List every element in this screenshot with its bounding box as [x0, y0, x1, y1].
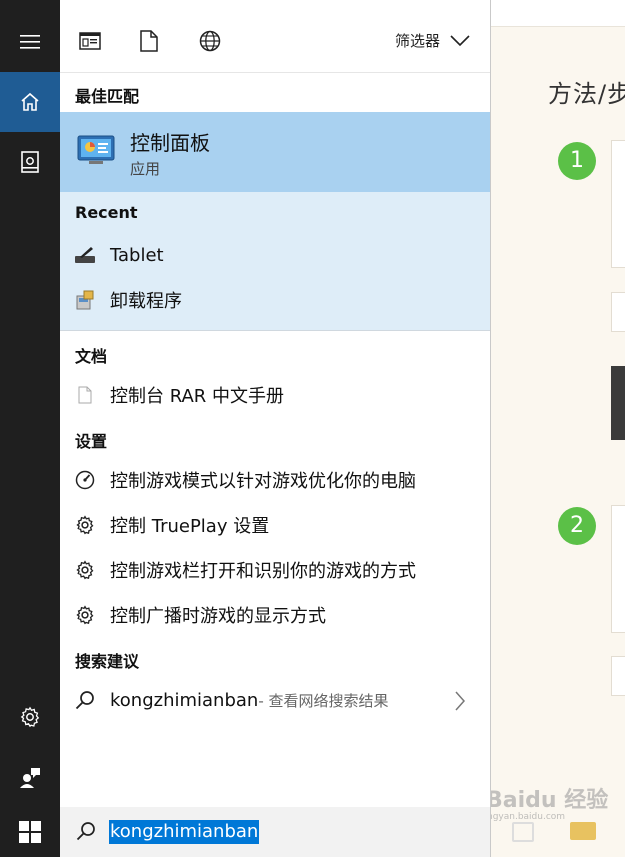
recent-item-uninstall[interactable]: 卸载程序	[60, 282, 490, 318]
windows-start-button[interactable]	[0, 807, 60, 857]
gear-icon	[20, 706, 40, 728]
document-icon	[140, 30, 158, 52]
filter-toolbar: 筛选器	[60, 0, 490, 73]
recent-section: Recent Tablet 卸载程序	[60, 192, 490, 331]
control-panel-icon	[77, 134, 115, 170]
suggestion-hint: - 查看网络搜索结果	[258, 691, 389, 710]
uninstall-icon	[74, 289, 96, 311]
step-image	[611, 366, 625, 440]
feedback-icon	[20, 768, 40, 788]
step-card	[611, 656, 625, 696]
file-explorer-icon[interactable]	[570, 822, 596, 840]
best-match-result[interactable]: 控制面板 应用	[60, 112, 490, 192]
task-view-icon[interactable]	[512, 822, 534, 842]
document-item-label: 控制台 RAR 中文手册	[110, 386, 285, 407]
notebook-button[interactable]	[0, 132, 60, 192]
search-input[interactable]: kongzhimianban	[109, 820, 260, 844]
watermark-url: jingyan.baidu.com	[482, 812, 566, 822]
home-button[interactable]	[0, 72, 60, 132]
settings-item-game-bar[interactable]: 控制游戏栏打开和识别你的游戏的方式	[60, 552, 490, 588]
feedback-button[interactable]	[0, 747, 60, 807]
settings-heading: 设置	[75, 432, 108, 451]
step-card	[611, 140, 625, 268]
settings-button[interactable]	[0, 687, 60, 747]
game-mode-icon	[74, 469, 96, 491]
documents-filter-button[interactable]	[136, 28, 162, 54]
background-webpage: 方法/步 1 2 Baidu 经验 jingyan.baidu.com	[482, 0, 625, 857]
document-icon	[74, 384, 96, 406]
hamburger-icon	[20, 35, 40, 49]
background-heading: 方法/步	[548, 80, 625, 108]
search-results-panel: 筛选器 最佳匹配 控制面板 应用 Recent Tablet 卸载程序 文档 控…	[60, 0, 491, 807]
settings-item-game-mode[interactable]: 控制游戏模式以针对游戏优化你的电脑	[60, 462, 490, 498]
settings-item-label: 控制 TruePlay 设置	[110, 516, 270, 537]
gear-icon	[74, 559, 96, 581]
web-icon	[199, 30, 221, 52]
settings-item-broadcast[interactable]: 控制广播时游戏的显示方式	[60, 597, 490, 633]
chevron-right-icon[interactable]	[454, 691, 466, 715]
step-badge-2: 2	[558, 507, 596, 545]
recent-item-tablet[interactable]: Tablet	[60, 237, 490, 273]
settings-item-label: 控制游戏模式以针对游戏优化你的电脑	[110, 471, 416, 492]
watermark-logo: Baidu 经验	[486, 788, 609, 813]
notebook-icon	[21, 151, 39, 173]
apps-filter-button[interactable]	[77, 28, 103, 54]
chevron-down-icon	[450, 34, 470, 46]
suggestions-heading: 搜索建议	[75, 652, 140, 671]
windows-logo-icon	[19, 821, 41, 843]
hamburger-menu-button[interactable]	[0, 12, 60, 72]
recent-item-label: 卸载程序	[110, 291, 182, 312]
gear-icon	[74, 514, 96, 536]
filter-dropdown[interactable]: 筛选器	[395, 30, 470, 51]
background-topbar	[490, 0, 625, 27]
settings-item-trueplay[interactable]: 控制 TruePlay 设置	[60, 507, 490, 543]
tablet-pen-icon	[74, 244, 96, 266]
step-badge-1: 1	[558, 142, 596, 180]
recent-item-label: Tablet	[110, 244, 164, 266]
best-match-subtitle: 应用	[130, 160, 161, 178]
step-card	[611, 292, 625, 332]
document-item-rar-manual[interactable]: 控制台 RAR 中文手册	[60, 377, 490, 413]
gear-icon	[74, 604, 96, 626]
suggestion-query: kongzhimianban	[110, 689, 259, 711]
search-icon	[74, 689, 96, 711]
documents-heading: 文档	[75, 347, 108, 366]
apps-icon	[79, 32, 101, 50]
filter-label: 筛选器	[394, 32, 440, 50]
home-icon	[21, 92, 39, 111]
settings-item-label: 控制广播时游戏的显示方式	[110, 606, 326, 627]
search-box[interactable]: kongzhimianban	[60, 807, 491, 857]
web-filter-button[interactable]	[197, 28, 223, 54]
start-rail	[0, 0, 60, 857]
best-match-title: 控制面板	[130, 131, 210, 155]
step-card	[611, 505, 625, 633]
settings-item-label: 控制游戏栏打开和识别你的游戏的方式	[110, 561, 416, 582]
recent-heading: Recent	[75, 203, 138, 222]
search-icon	[76, 821, 96, 845]
suggestion-item-web-search[interactable]: kongzhimianban - 查看网络搜索结果	[60, 682, 490, 718]
best-match-heading: 最佳匹配	[75, 87, 140, 106]
